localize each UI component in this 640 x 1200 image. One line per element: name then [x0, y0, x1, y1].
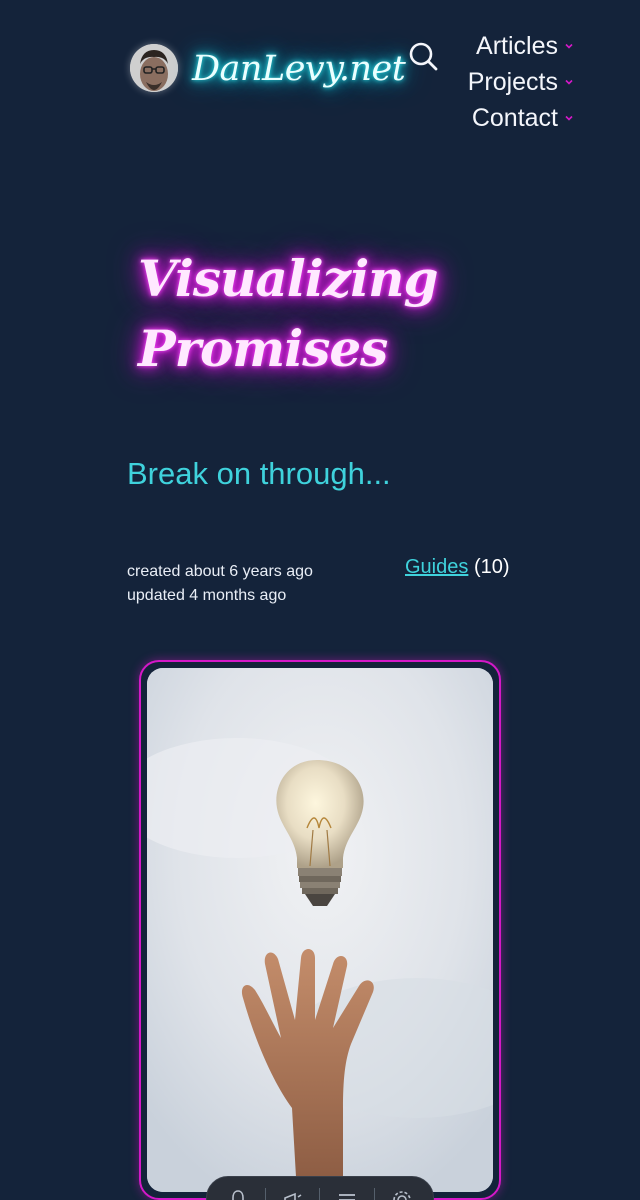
category-count: (10) [473, 556, 510, 578]
hero-image-frame [139, 660, 501, 1200]
nav-item-label: Articles [476, 31, 558, 60]
updated-date: updated 4 months ago [127, 587, 287, 604]
site-name: DanLevy.net [192, 49, 406, 89]
article-category: Guides (10) [405, 556, 510, 579]
main-nav: Articles Projects Contact [404, 28, 574, 136]
title-line-1: Visualizing [138, 249, 438, 308]
article-dates: created about 6 years ago updated 4 mont… [127, 560, 313, 608]
lightbulb-hand-illustration [147, 668, 493, 1192]
nav-item-contact[interactable]: Contact [404, 100, 574, 136]
site-logo-link[interactable]: DanLevy.net [130, 44, 406, 92]
nav-item-label: Contact [471, 103, 558, 132]
category-link[interactable]: Guides [405, 556, 468, 578]
hero-image [147, 668, 493, 1192]
page: DanLevy.net Articles Projects Contact Vi… [0, 0, 640, 1200]
toolbar-divider [319, 1188, 321, 1200]
alert-icon[interactable] [226, 1188, 250, 1200]
announce-icon[interactable] [281, 1188, 305, 1200]
nav-item-projects[interactable]: Projects [404, 64, 574, 100]
gear-icon[interactable] [390, 1188, 414, 1200]
chevron-down-icon [565, 79, 573, 85]
avatar [130, 44, 178, 92]
bottom-toolbar [206, 1176, 434, 1200]
menu-icon[interactable] [335, 1188, 359, 1200]
article-subtitle: Break on through... [127, 456, 391, 491]
toolbar-divider [373, 1188, 375, 1200]
article-title: Visualizing Promises [138, 244, 438, 384]
chevron-down-icon [565, 115, 573, 121]
title-line-2: Promises [138, 319, 388, 378]
nav-item-articles[interactable]: Articles [404, 28, 574, 64]
chevron-down-icon [565, 43, 573, 49]
site-header: DanLevy.net Articles Projects Contact [0, 0, 640, 150]
toolbar-divider [265, 1188, 267, 1200]
created-date: created about 6 years ago [127, 563, 313, 580]
nav-item-label: Projects [467, 67, 558, 96]
